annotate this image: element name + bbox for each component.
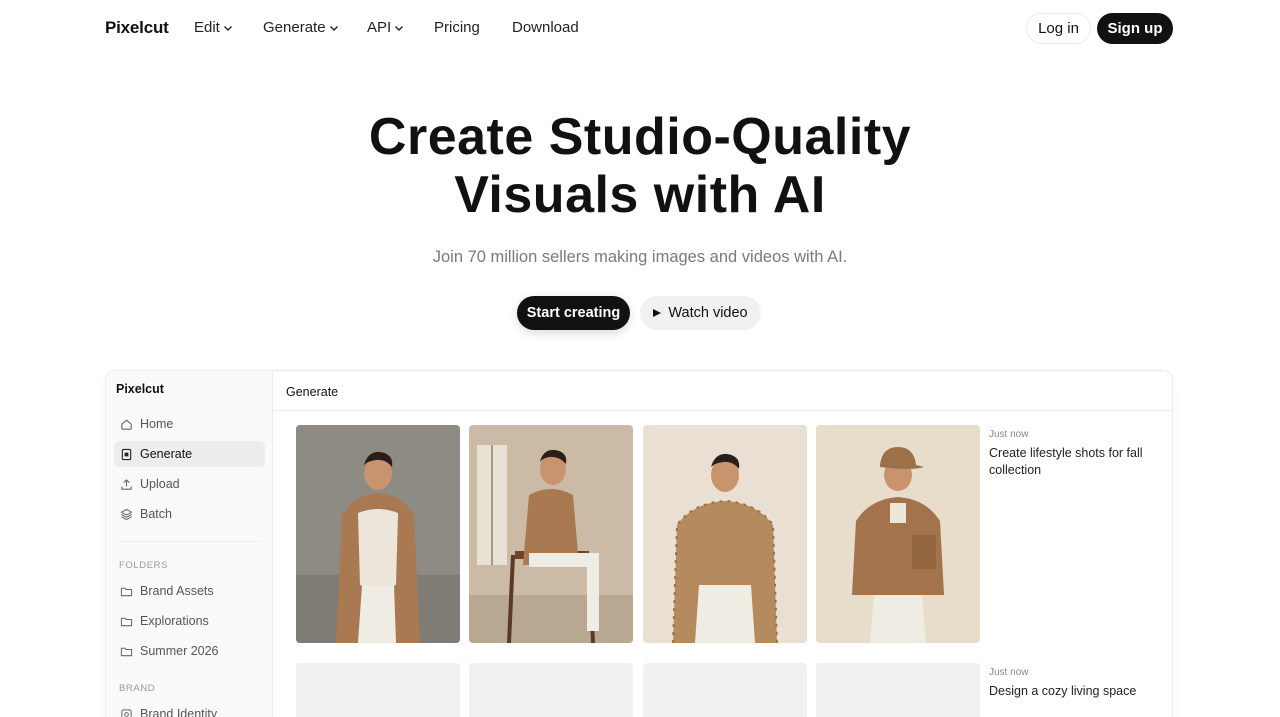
sidebar-item-generate[interactable]: Generate [114,441,265,467]
generated-image-3[interactable] [643,425,807,643]
row-1-prompt: Create lifestyle shots for fall collecti… [989,446,1143,477]
row-2-timestamp: Just now [989,667,1029,678]
sidebar-item-home[interactable]: Home [114,411,265,437]
nav-item-pricing[interactable]: Pricing [434,19,480,36]
generate-icon [121,448,132,460]
chevron-down-icon [395,25,404,31]
folder-icon [120,587,133,596]
nav-item-label: API [367,19,392,36]
image-placeholder [469,663,633,717]
hero-subtitle: Join 70 million sellers making images an… [432,248,848,266]
sidebar-divider [118,541,261,542]
chevron-down-icon [329,25,338,31]
app-preview: Pixelcut Home Generate Upload Batch FOLD… [105,370,1173,717]
start-creating-button[interactable]: Start creating [517,296,630,330]
sidebar-item-label: Batch [140,507,172,521]
login-button[interactable]: Log in [1026,13,1091,44]
main-title: Generate [286,385,339,399]
sidebar-item-label: Brand Identity [140,707,218,717]
sidebar-item-label: Generate [140,447,193,461]
row-2-prompt: Design a cozy living space [989,684,1137,698]
folder-label: Explorations [140,614,209,628]
nav-item-api[interactable]: API [367,19,404,36]
sidebar-item-brand-identity[interactable]: Brand Identity [114,701,265,717]
folder-label: Summer 2026 [140,644,219,658]
nav-item-label: Pricing [434,19,480,36]
brand-heading: BRAND [119,683,156,694]
image-placeholder [643,663,807,717]
folder-icon [120,617,133,626]
watch-video-button[interactable]: Watch video [640,296,761,330]
layers-icon [120,508,133,520]
sidebar-folder-summer-2026[interactable]: Summer 2026 [114,638,265,664]
folder-icon [120,647,133,656]
image-placeholder [816,663,980,717]
watch-video-label: Watch video [668,305,748,321]
sidebar: Pixelcut Home Generate Upload Batch FOLD… [106,371,273,717]
brand-identity-icon [121,708,132,717]
row-1-timestamp: Just now [989,429,1029,440]
main-header: Generate [273,371,1172,411]
nav-item-label: Edit [194,19,220,36]
sidebar-item-label: Home [140,417,174,431]
nav-item-download[interactable]: Download [512,19,579,36]
play-icon [653,309,662,317]
nav-item-edit[interactable]: Edit [194,19,233,36]
generated-image-2[interactable] [469,425,633,643]
nav-item-label: Generate [263,19,326,36]
top-nav: Pixelcut Edit Generate API Pricing Downl… [0,0,1280,57]
home-icon [121,419,132,430]
generated-image-1[interactable] [296,425,460,643]
sidebar-folder-explorations[interactable]: Explorations [114,608,265,634]
nav-item-generate[interactable]: Generate [263,19,339,36]
upload-icon [121,478,132,490]
image-placeholder [296,663,460,717]
hero-title-line-1: Create Studio-Quality [368,108,912,166]
hero-title: Create Studio-Quality Visuals with AI [0,108,1280,224]
sidebar-item-batch[interactable]: Batch [114,501,265,527]
folder-label: Brand Assets [140,584,214,598]
folders-heading: FOLDERS [119,560,169,571]
chevron-down-icon [223,25,232,31]
sidebar-brand: Pixelcut [116,382,164,396]
signup-button[interactable]: Sign up [1097,13,1173,44]
generated-image-4[interactable] [816,425,980,643]
logo[interactable]: Pixelcut [105,18,169,38]
hero-title-line-2: Visuals with AI [454,166,826,224]
sidebar-item-upload[interactable]: Upload [114,471,265,497]
sidebar-folder-brand-assets[interactable]: Brand Assets [114,578,265,604]
nav-item-label: Download [512,19,579,36]
sidebar-item-label: Upload [140,477,180,491]
